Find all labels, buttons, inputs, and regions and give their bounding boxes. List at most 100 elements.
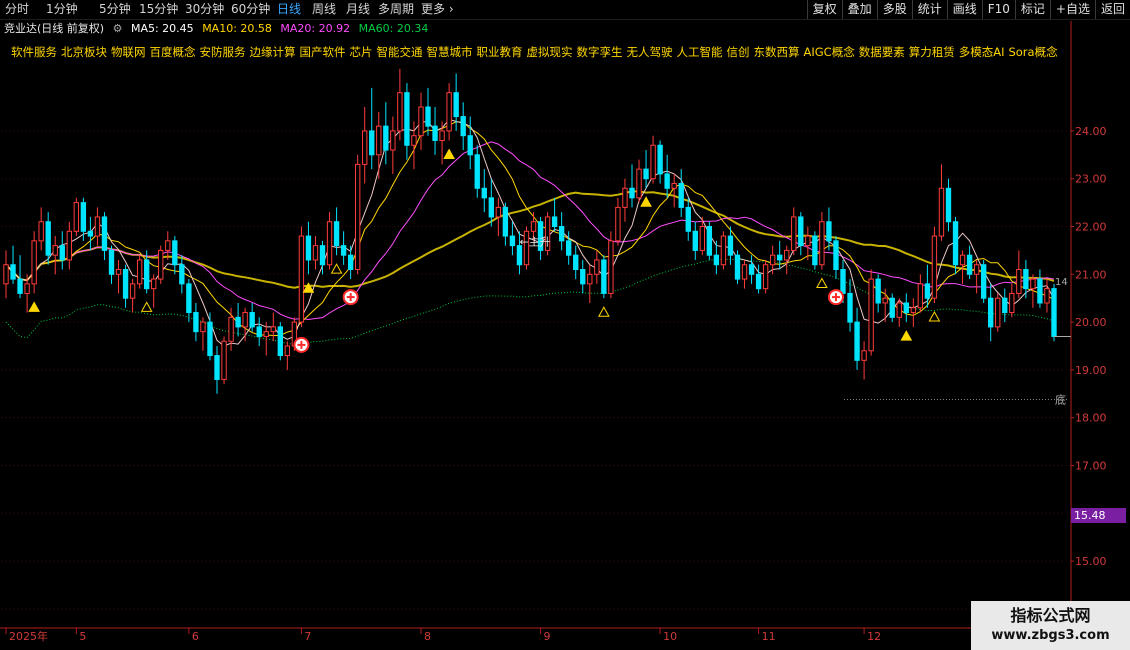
kline-chart[interactable]: 14.0015.0016.0017.0018.0019.0020.0021.00… <box>0 0 1130 650</box>
candle-body[interactable] <box>805 235 811 247</box>
candle-body[interactable] <box>453 92 459 118</box>
candle-body[interactable] <box>959 254 966 266</box>
candle-body[interactable] <box>460 116 466 137</box>
candle-body[interactable] <box>777 254 783 261</box>
candle-body[interactable] <box>66 230 72 261</box>
candle-body[interactable] <box>326 221 333 266</box>
candle-body[interactable] <box>495 206 502 218</box>
candle-body[interactable] <box>115 269 122 275</box>
candle-body[interactable] <box>143 259 150 290</box>
candle-body[interactable] <box>861 350 867 361</box>
candle-body[interactable] <box>875 278 881 304</box>
candle-body[interactable] <box>404 92 410 146</box>
candle-body[interactable] <box>1009 292 1015 314</box>
candle-body[interactable] <box>692 230 698 251</box>
candle-body[interactable] <box>1002 297 1008 314</box>
candle-body[interactable] <box>608 240 614 294</box>
candle-body[interactable] <box>418 106 424 137</box>
candle-body[interactable] <box>502 206 509 237</box>
candle-body[interactable] <box>411 135 417 146</box>
candle-body[interactable] <box>551 216 558 228</box>
candle-body[interactable] <box>791 216 797 251</box>
candle-body[interactable] <box>59 245 65 261</box>
candle-body[interactable] <box>706 226 713 256</box>
candle-body[interactable] <box>474 154 480 189</box>
candle-body[interactable] <box>615 206 621 242</box>
candle-body[interactable] <box>397 92 403 132</box>
candle-body[interactable] <box>748 264 755 275</box>
candle-body[interactable] <box>741 264 748 280</box>
candle-body[interactable] <box>988 297 994 328</box>
candle-body[interactable] <box>1051 288 1057 337</box>
candle-body[interactable] <box>995 297 1001 328</box>
candle-body[interactable] <box>657 144 663 175</box>
candle-body[interactable] <box>530 221 537 232</box>
candle-body[interactable] <box>172 240 178 266</box>
candle-body[interactable] <box>319 245 326 266</box>
candle-body[interactable] <box>924 283 931 299</box>
candle-body[interactable] <box>734 254 741 280</box>
candle-body[interactable] <box>643 168 649 180</box>
candle-body[interactable] <box>10 264 16 280</box>
candle-body[interactable] <box>826 221 832 242</box>
candle-body[interactable] <box>903 302 909 314</box>
candle-body[interactable] <box>720 235 727 266</box>
candle-body[interactable] <box>439 130 445 141</box>
candle-body[interactable] <box>129 283 136 299</box>
candle-body[interactable] <box>798 216 804 247</box>
candle-body[interactable] <box>390 130 396 151</box>
candle-body[interactable] <box>432 125 438 141</box>
candle-body[interactable] <box>242 312 248 328</box>
candle-body[interactable] <box>699 226 706 251</box>
candle-body[interactable] <box>263 331 269 337</box>
candle-body[interactable] <box>685 206 691 232</box>
candle-body[interactable] <box>917 283 924 309</box>
candle-body[interactable] <box>165 240 171 251</box>
candle-body[interactable] <box>354 163 361 271</box>
candle-body[interactable] <box>333 221 340 247</box>
candle-body[interactable] <box>488 197 494 218</box>
candle-body[interactable] <box>284 345 291 357</box>
candle-body[interactable] <box>73 202 80 232</box>
candle-body[interactable] <box>755 273 762 290</box>
candle-body[interactable] <box>298 235 305 323</box>
candle-body[interactable] <box>481 187 487 199</box>
candle-body[interactable] <box>840 269 846 294</box>
candle-body[interactable] <box>847 292 853 323</box>
candle-body[interactable] <box>31 240 37 285</box>
candle-body[interactable] <box>340 245 347 256</box>
candle-body[interactable] <box>1037 278 1043 304</box>
candle-body[interactable] <box>664 173 670 189</box>
candle-body[interactable] <box>868 278 874 352</box>
candle-body[interactable] <box>256 326 262 337</box>
candle-body[interactable] <box>193 312 199 333</box>
candle-body[interactable] <box>80 202 87 232</box>
candle-body[interactable] <box>17 278 23 294</box>
candle-body[interactable] <box>573 254 579 271</box>
candle-body[interactable] <box>889 297 895 318</box>
candle-body[interactable] <box>235 316 241 328</box>
candle-body[interactable] <box>52 245 58 256</box>
candle-body[interactable] <box>762 264 769 290</box>
candle-body[interactable] <box>622 187 628 208</box>
candle-body[interactable] <box>347 254 354 271</box>
candle-body[interactable] <box>1030 278 1036 290</box>
candle-body[interactable] <box>45 221 51 256</box>
candle-body[interactable] <box>179 264 185 285</box>
candle-body[interactable] <box>854 321 860 361</box>
candle-body[interactable] <box>108 249 115 275</box>
candle-body[interactable] <box>1023 269 1029 290</box>
candle-body[interactable] <box>966 254 973 275</box>
candle-body[interactable] <box>896 302 902 318</box>
candle-body[interactable] <box>713 254 720 266</box>
candle-body[interactable] <box>136 259 143 285</box>
candle-body[interactable] <box>636 168 642 199</box>
candle-body[interactable] <box>1044 288 1050 304</box>
candle-body[interactable] <box>587 273 593 285</box>
candle-body[interactable] <box>629 187 635 199</box>
candle-body[interactable] <box>973 264 980 275</box>
candle-body[interactable] <box>671 182 677 189</box>
candle-body[interactable] <box>594 259 600 275</box>
candle-body[interactable] <box>558 226 565 242</box>
candle-body[interactable] <box>3 264 9 285</box>
